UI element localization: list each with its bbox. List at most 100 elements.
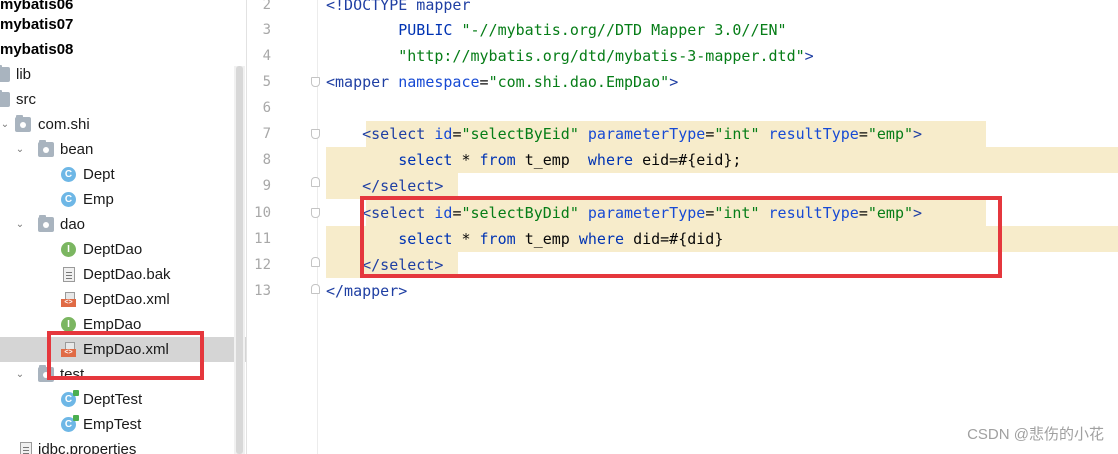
interface-icon: I [61,317,76,332]
annotation-box-selectbydid [360,196,1002,278]
code-editor[interactable]: <!DOCTYPE mapper PUBLIC "-//mybatis.org/… [318,0,1118,454]
package-folder-icon [38,215,54,232]
tree-item-label: com.shi [38,116,90,133]
code-token: from [479,151,525,169]
code-line-13: </mapper> [326,278,407,304]
line-number: 2 [262,0,271,13]
tree-item-label: DeptDao [83,241,143,258]
chevron-down-icon[interactable]: ⌄ [14,137,26,162]
tree-item-label: lib [16,66,32,83]
class-icon: C [61,167,76,182]
test-class-letter: C [64,394,73,405]
line-number: 9 [262,178,271,194]
code-token: * [461,151,480,169]
tree-item-label: Emp [83,191,114,208]
tree-item-lib[interactable]: lib [0,62,246,87]
tree-item-emp[interactable]: C Emp [0,187,246,212]
code-token: <!DOCTYPE mapper [326,0,471,14]
line-number: 11 [254,231,271,247]
tree-item-dao[interactable]: ⌄ dao [0,212,246,237]
tree-item-deptdao[interactable]: I DeptDao [0,237,246,262]
code-line-5: <mapper namespace="com.shi.dao.EmpDao"> [326,69,678,95]
xml-tag-glyph: <> [61,299,76,307]
code-token: "int" [714,125,760,143]
tree-item-label: DeptDao.xml [83,291,170,308]
text-file-icon [63,267,75,282]
code-token: id [434,125,453,143]
tree-item-src[interactable]: src [0,87,246,112]
tree-item-label: DeptDao.bak [83,266,171,283]
class-icon: C [61,192,76,207]
xml-file-icon: <> [61,292,77,307]
code-token: "emp" [867,125,914,143]
code-token: namespace [398,73,480,91]
line-number: 8 [262,152,271,168]
code-line-7: <select id="selectByEid" parameterType="… [326,121,922,147]
code-token: </select> [362,177,444,195]
properties-file-icon [20,442,32,454]
tree-item-bean[interactable]: ⌄ bean [0,137,246,162]
code-token: = [479,73,489,91]
code-token: "com.shi.dao.EmpDao" [488,73,670,91]
tree-item-depttest[interactable]: C DeptTest [0,387,246,412]
code-token: parameterType [587,125,706,143]
interface-icon: I [61,242,76,257]
tree-item-deptdao-bak[interactable]: DeptDao.bak [0,262,246,287]
line-number: 12 [254,257,271,273]
code-token: eid=#{eid}; [642,151,742,169]
code-token: t_emp [524,151,588,169]
line-number: 5 [262,74,271,90]
chevron-down-icon[interactable]: ⌄ [14,212,26,237]
tree-item-com-shi[interactable]: ⌄ com.shi [0,112,246,137]
tree-item-jdbc-properties[interactable]: jdbc.properties [0,437,246,454]
tree-item-label: mybatis08 [0,41,74,58]
code-token: select [398,151,462,169]
editor-gutter: 2 3 4 5 6 7 8 9 10 11 12 13 [247,0,320,454]
chevron-down-icon[interactable]: ⌄ [0,112,11,137]
scrollbar-thumb[interactable] [236,66,243,454]
code-line-4: "http://mybatis.org/dtd/mybatis-3-mapper… [326,43,813,69]
line-number: 4 [262,48,271,64]
tree-item-mybatis07[interactable]: mybatis07 [0,12,246,37]
tree-item-label: EmpTest [83,416,142,433]
code-token: <mapper [326,73,399,91]
tree-item-emptest[interactable]: C EmpTest [0,412,246,437]
chevron-down-icon[interactable]: ⌄ [14,362,26,387]
tree-item-mybatis08[interactable]: mybatis08 [0,37,246,62]
tree-item-deptdao-xml[interactable]: <> DeptDao.xml [0,287,246,312]
code-token: where [587,151,643,169]
line-number: 10 [254,205,271,221]
tree-item-label: mybatis07 [0,16,74,33]
code-line-2: <!DOCTYPE mapper [326,0,471,18]
project-tree: mybatis06 mybatis07 mybatis08 lib src ⌄ … [0,0,247,454]
tree-item-label: DeptTest [83,391,143,408]
code-token: "http://mybatis.org/dtd/mybatis-3-mapper… [398,47,805,65]
code-line-3: PUBLIC "-//mybatis.org//DTD Mapper 3.0//… [326,17,786,43]
tree-item-label: dao [60,216,86,233]
line-number: 6 [262,100,271,116]
test-class-icon: C [61,415,79,432]
tree-item-dept[interactable]: C Dept [0,162,246,187]
code-token: > [913,125,923,143]
test-class-icon: C [61,390,79,407]
tree-scrollbar[interactable] [234,66,245,454]
test-class-letter: C [64,419,73,430]
line-number: 13 [254,283,271,299]
tree-item-label: jdbc.properties [38,441,137,454]
watermark-text: CSDN @悲伤的小花 [967,426,1104,443]
code-line-8: select * from t_emp where eid=#{eid}; [326,147,741,173]
tree-item-label: src [16,91,36,108]
folder-icon [0,90,10,107]
folder-icon [0,65,10,82]
code-token: > [669,73,679,91]
code-token: </mapper> [326,282,408,300]
code-token: resultType [768,125,859,143]
annotation-box-empdao-xml [47,331,204,380]
